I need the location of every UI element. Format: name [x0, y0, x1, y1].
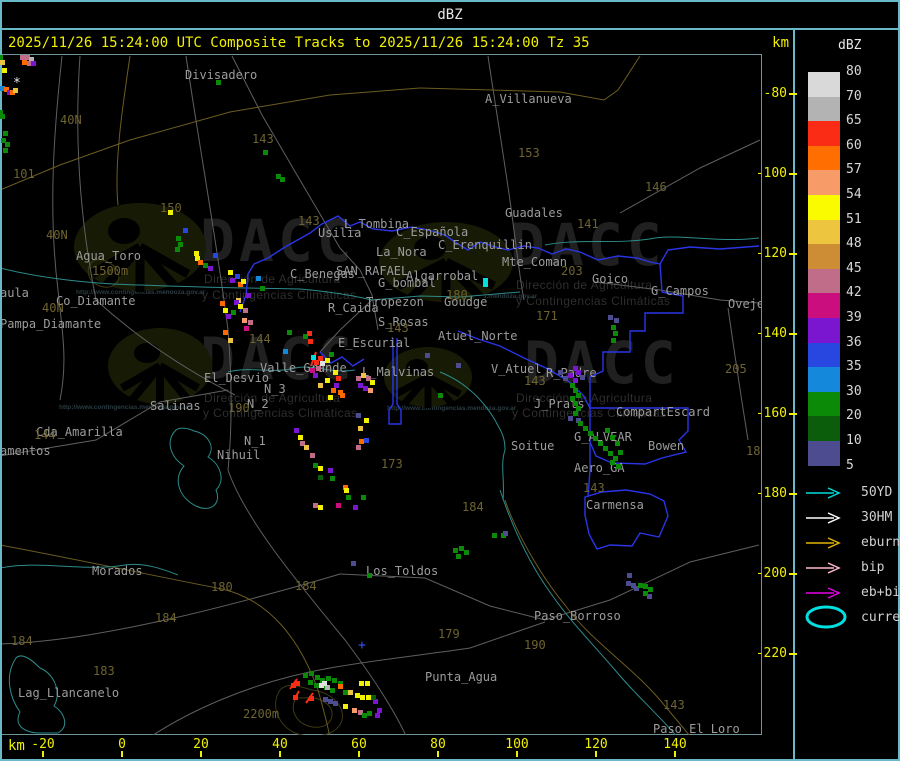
y-tick-mark	[789, 653, 797, 655]
x-tick-label: 100	[505, 737, 529, 752]
y-tick-mark	[789, 413, 797, 415]
x-tick-label: 140	[663, 737, 687, 752]
y-tick-mark	[789, 333, 797, 335]
y-tick-mark	[789, 573, 797, 575]
x-tick-mark	[674, 751, 676, 757]
y-axis: -80 -100 -120 -140 -160 -180 -200 -220	[0, 0, 900, 761]
x-tick-mark	[200, 751, 202, 757]
y-tick-label: -160	[755, 406, 787, 421]
y-tick-label: -100	[755, 166, 787, 181]
x-tick-mark	[358, 751, 360, 757]
x-tick-label: -20	[31, 737, 55, 752]
x-tick-label: 60	[351, 737, 367, 752]
x-tick-mark	[595, 751, 597, 757]
x-tick-label: 20	[193, 737, 209, 752]
x-tick-mark	[437, 751, 439, 757]
y-tick-label: -180	[755, 486, 787, 501]
y-tick-label: -200	[755, 566, 787, 581]
x-tick-mark	[516, 751, 518, 757]
x-tick-mark	[279, 751, 281, 757]
y-tick-mark	[789, 173, 797, 175]
y-tick-label: -220	[755, 646, 787, 661]
y-tick-mark	[789, 253, 797, 255]
y-tick-mark	[789, 93, 797, 95]
x-tick-label: 0	[118, 737, 126, 752]
x-tick-mark	[42, 751, 44, 757]
x-tick-mark	[121, 751, 123, 757]
y-tick-mark	[789, 493, 797, 495]
x-tick-label: 120	[584, 737, 608, 752]
y-tick-label: -140	[755, 326, 787, 341]
y-tick-label: -120	[755, 246, 787, 261]
y-tick-label: -80	[763, 86, 787, 101]
x-tick-label: 80	[430, 737, 446, 752]
x-axis: km -20 0 20 40 60 80 100 120 140	[2, 735, 793, 759]
x-tick-label: 40	[272, 737, 288, 752]
